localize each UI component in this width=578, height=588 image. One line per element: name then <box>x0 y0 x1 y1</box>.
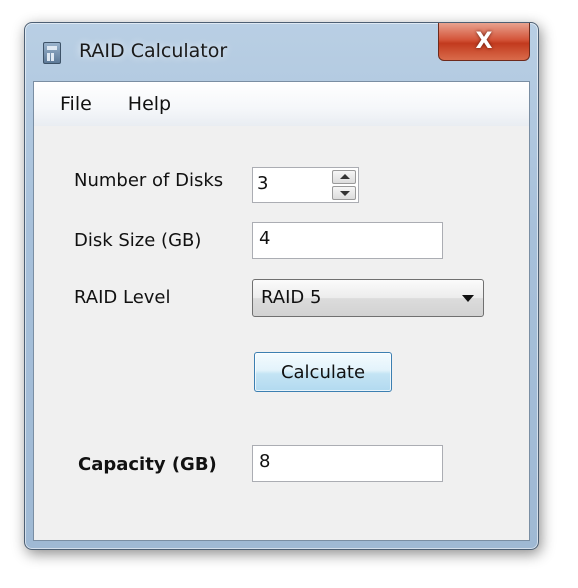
chevron-down-icon[interactable] <box>332 186 356 200</box>
raid-level-value: RAID 5 <box>261 287 322 308</box>
window-title: RAID Calculator <box>79 40 228 62</box>
capacity-label: Capacity (GB) <box>78 454 217 475</box>
client-area: File Help Number of Disks 3 Disk Size (G… <box>33 81 530 541</box>
chevron-down-icon <box>462 295 474 302</box>
close-icon: X <box>475 29 493 54</box>
calculate-button[interactable]: Calculate <box>254 352 392 392</box>
number-of-disks-stepper[interactable]: 3 <box>252 167 359 203</box>
raid-level-select[interactable]: RAID 5 <box>252 279 484 317</box>
menu-file[interactable]: File <box>60 93 92 115</box>
spin-buttons <box>332 170 356 200</box>
raid-level-label: RAID Level <box>74 287 171 308</box>
app-window: RAID Calculator X File Help Number of Di… <box>24 22 539 550</box>
disk-size-label: Disk Size (GB) <box>74 230 202 251</box>
number-of-disks-label: Number of Disks <box>74 170 224 191</box>
chevron-up-icon[interactable] <box>332 170 356 184</box>
capacity-output[interactable]: 8 <box>252 445 443 482</box>
disk-size-input[interactable]: 4 <box>252 222 443 259</box>
title-bar[interactable]: RAID Calculator X <box>25 23 538 81</box>
menu-help[interactable]: Help <box>128 93 171 115</box>
menu-bar: File Help <box>34 82 529 126</box>
close-button[interactable]: X <box>438 23 530 61</box>
calculator-icon <box>43 42 61 64</box>
number-of-disks-value: 3 <box>257 173 269 194</box>
